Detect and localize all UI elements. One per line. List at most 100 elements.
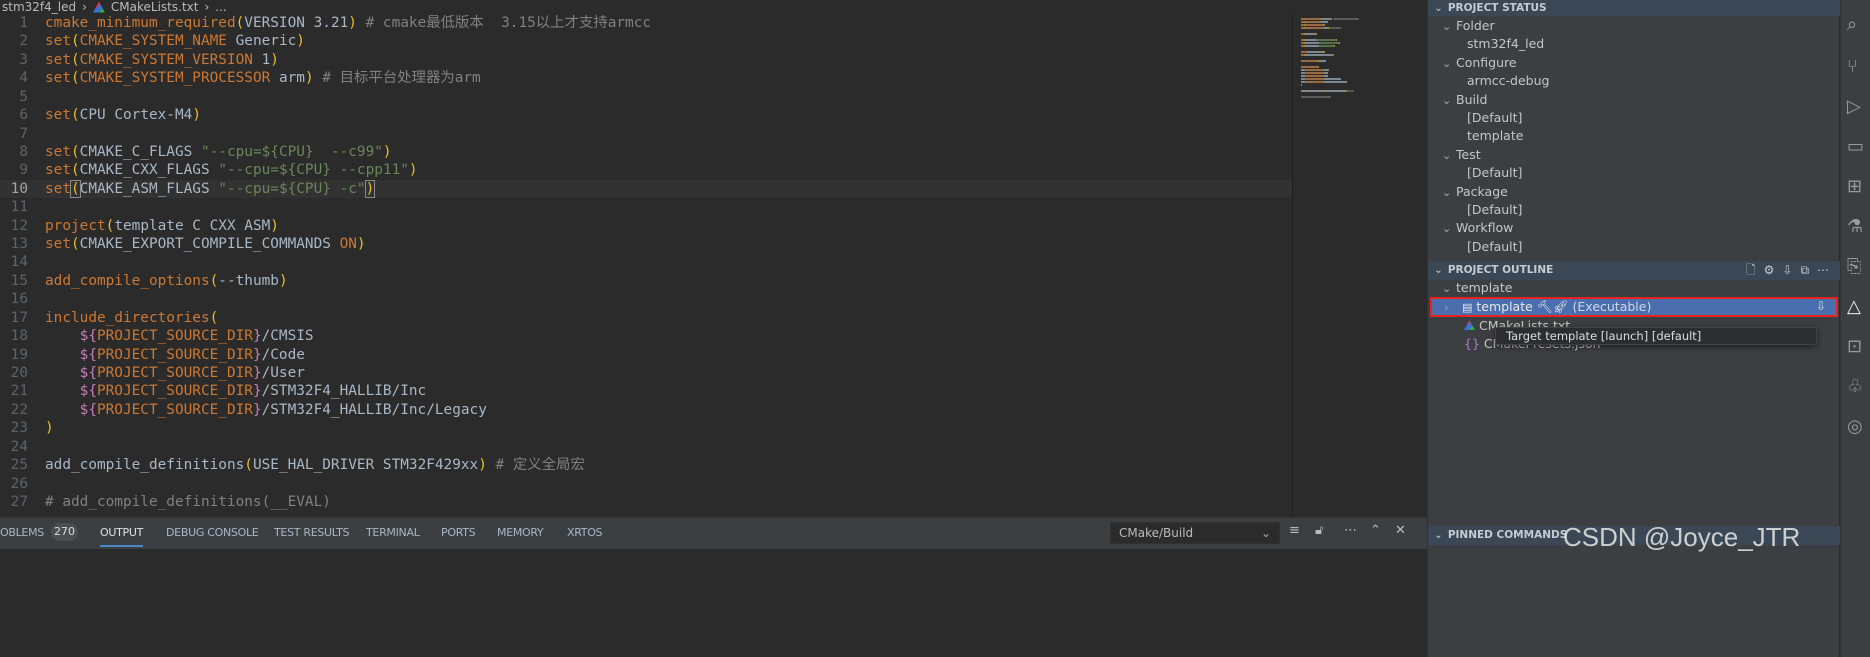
panel-tab-test-results[interactable]: TEST RESULTS [274,518,350,547]
status-group-build[interactable]: ⌄ Build [1442,91,1487,109]
output-content[interactable] [0,549,1427,657]
git-graph-icon[interactable]: ◎ [1847,416,1870,437]
code-token: ) [45,420,54,437]
panel-tab-debug-console[interactable]: DEBUG CONSOLE [166,518,259,547]
status-group-folder[interactable]: ⌄ Folder [1442,17,1495,35]
panel-tab-terminal[interactable]: TERMINAL [366,518,420,547]
code-line[interactable]: 14 [0,253,1292,271]
code-token: set [45,107,71,124]
code-token: cmake_minimum_required [45,15,236,31]
close-panel-icon[interactable]: ✕ [1395,523,1406,538]
code-line[interactable]: 4 set(CMAKE_SYSTEM_PROCESSOR arm) # 目标平台处… [0,69,1292,87]
cmake-tools-icon[interactable]: △ [1847,296,1870,317]
clear-output-icon[interactable]: ≡ [1289,523,1300,538]
breadcrumb: stm32f4_led › CMakeLists.txt › ... [0,0,1427,14]
code-token: CMAKE_EXPORT_COMPILE_COMMANDS [79,236,340,253]
code-line[interactable]: 1 cmake_minimum_required(VERSION 3.21) # … [0,14,1292,32]
status-group-package[interactable]: ⌄ Package [1442,183,1508,201]
project-outline-header[interactable]: ⌄ PROJECT OUTLINE 🗋⚙⇩⧉⋯ [1428,261,1840,280]
status-item[interactable]: stm32f4_led [1467,35,1544,53]
status-item[interactable]: [Default] [1467,201,1522,219]
source-control-icon[interactable]: ⑂ [1847,56,1870,77]
code-line[interactable]: 12 project(template C CXX ASM) [0,217,1292,235]
breadcrumb-more[interactable]: ... [215,1,226,13]
code-line[interactable]: 16 [0,290,1292,308]
code-line[interactable]: 13 set(CMAKE_EXPORT_COMPILE_COMMANDS ON) [0,235,1292,253]
project-status-header[interactable]: ⌄ PROJECT STATUS [1428,0,1840,16]
status-item[interactable]: template [1467,127,1523,145]
code-line[interactable]: 19 ${PROJECT_SOURCE_DIR}/Code [0,346,1292,364]
code-token: add_compile_definitions [45,457,245,474]
code-line[interactable]: 2 set(CMAKE_SYSTEM_NAME Generic) [0,32,1292,50]
code-line[interactable]: 21 ${PROJECT_SOURCE_DIR}/STM32F4_HALLIB/… [0,382,1292,400]
minimap-mark [1301,66,1319,68]
minimap-mark [1304,39,1318,41]
code-token: /User [261,364,305,381]
code-line[interactable]: 22 ${PROJECT_SOURCE_DIR}/STM32F4_HALLIB/… [0,401,1292,419]
code-line[interactable]: 3 set(CMAKE_SYSTEM_VERSION 1) [0,51,1292,69]
panel-tab-xrtos[interactable]: XRTOS [567,518,603,547]
hammer-icon[interactable]: 🔨︎ [1537,299,1553,314]
install-icon[interactable]: ⇩ [1816,299,1826,313]
panel-tab-memory[interactable]: MEMORY [497,518,544,547]
code-line[interactable]: 17 include_directories( [0,309,1292,327]
status-group-workflow[interactable]: ⌄ Workflow [1442,219,1513,237]
code-editor[interactable]: 1 cmake_minimum_required(VERSION 3.21) # … [0,14,1292,517]
output-channel-select[interactable]: CMake/Build ⌄ [1110,522,1280,544]
code-token: set [45,143,71,160]
copy-icon[interactable]: ⎘ [1847,256,1870,277]
minimap[interactable] [1292,14,1427,517]
outline-actions[interactable]: 🗋⚙⇩⧉⋯ [1746,261,1837,280]
code-line[interactable]: 11 [0,198,1292,216]
code-line[interactable]: 9 set(CMAKE_CXX_FLAGS "--cpu=${CPU} --cpp… [0,161,1292,179]
outline-root[interactable]: ⌄ template [1442,279,1512,297]
tree-icon[interactable]: ♧ [1847,376,1870,397]
code-line[interactable]: 27 # add_compile_definitions(__EVAL) [0,493,1292,511]
code-line[interactable]: 25 add_compile_definitions(USE_HAL_DRIVER… [0,456,1292,474]
minimap-mark [1304,24,1323,26]
code-line[interactable]: 26 [0,475,1292,493]
panel-tab-output[interactable]: OUTPUT [100,518,143,547]
remote-explorer-icon[interactable]: ▭ [1847,136,1870,157]
code-line[interactable]: 15 add_compile_options(--thumb) [0,272,1292,290]
chevron-right-icon[interactable]: › [1444,299,1458,317]
code-line[interactable]: 5 [0,88,1292,106]
code-token: set [45,236,71,253]
code-line[interactable]: 8 set(CMAKE_C_FLAGS "--cpu=${CPU} --c99") [0,143,1292,161]
chevron-down-icon: ⌄ [1442,148,1452,162]
breadcrumb-folder[interactable]: stm32f4_led [2,1,76,13]
minimap-mark [1316,33,1318,35]
testing-icon[interactable]: ⚗ [1847,216,1870,237]
cpp-icon[interactable]: ⊡ [1847,336,1870,357]
minimap-mark [1318,66,1319,68]
unlock-icon[interactable]: 🔓︎ [1315,523,1323,538]
code-token: include_directories [45,309,210,326]
code-line[interactable]: 23) [0,419,1292,437]
status-group-configure[interactable]: ⌄ Configure [1442,54,1517,72]
status-group-test[interactable]: ⌄ Test [1442,146,1481,164]
rocket-icon[interactable]: 🚀︎ [1553,299,1569,314]
status-item[interactable]: [Default] [1467,164,1522,182]
code-line[interactable]: 7 [0,125,1292,143]
breadcrumb-file[interactable]: CMakeLists.txt [111,1,199,13]
watermark: CSDN @Joyce_JTR [1563,522,1801,552]
code-line[interactable]: 6 set(CPU Cortex-M4) [0,106,1292,124]
run-debug-icon[interactable]: ▷ [1847,96,1870,117]
more-icon[interactable]: ⋯ [1344,523,1357,538]
search-icon[interactable]: ⌕ [1847,14,1870,35]
code-line[interactable]: 24 [0,438,1292,456]
code-line[interactable]: 10 set(CMAKE_ASM_FLAGS "--cpu=${CPU} -c") [0,179,1292,199]
panel-tab-oblems[interactable]: OBLEMS [0,518,44,547]
status-item[interactable]: [Default] [1467,238,1522,256]
maximize-panel-icon[interactable]: ⌃ [1370,523,1381,538]
minimap-mark [1306,75,1323,77]
panel-tab-ports[interactable]: PORTS [441,518,476,547]
code-line[interactable]: 20 ${PROJECT_SOURCE_DIR}/User [0,364,1292,382]
code-line[interactable]: 18 ${PROJECT_SOURCE_DIR}/CMSIS [0,327,1292,345]
minimap-mark [1324,24,1326,26]
status-item[interactable]: armcc-debug [1467,72,1549,90]
extensions-icon[interactable]: ⊞ [1847,176,1870,197]
minimap-mark [1346,90,1355,92]
status-item[interactable]: [Default] [1467,109,1522,127]
